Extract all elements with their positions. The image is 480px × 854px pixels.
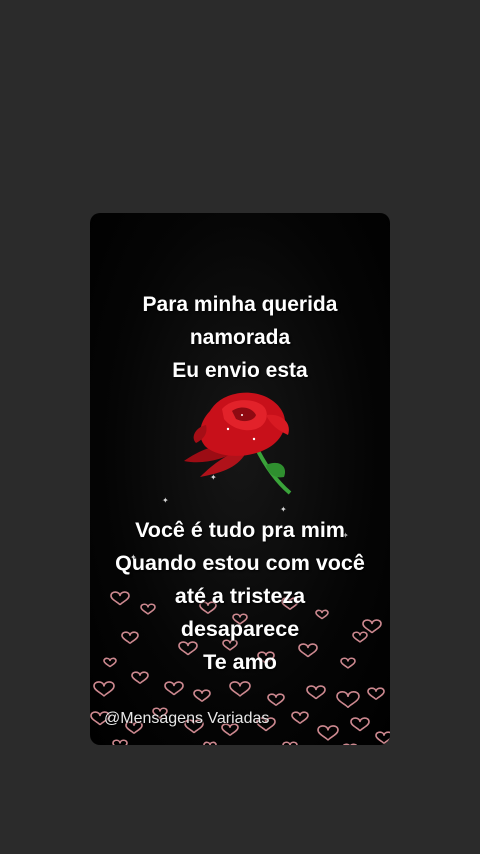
sparkle-icon: ✦	[280, 505, 287, 514]
media-card[interactable]: Para minha querida namorada Eu envio est…	[90, 213, 390, 745]
heart-outline-icon	[93, 681, 115, 697]
heart-outline-icon	[203, 741, 217, 745]
heart-outline-icon	[193, 689, 211, 703]
sparkle-icon: ✦	[210, 473, 217, 482]
screen: Para minha querida namorada Eu envio est…	[0, 0, 480, 854]
heart-outline-icon	[282, 741, 298, 745]
heart-outline-icon	[342, 743, 358, 745]
heart-outline-icon	[267, 693, 285, 707]
watermark: @Mensagens Variadas	[104, 710, 270, 727]
heart-outline-icon	[350, 717, 370, 732]
heart-outline-icon	[229, 681, 251, 697]
rose-icon	[184, 392, 292, 495]
message-line: namorada	[189, 326, 291, 349]
message-bottom: Você é tudo pra mim Quando estou com voc…	[90, 514, 390, 679]
message-line: até a tristeza	[174, 584, 306, 608]
heart-outline-icon	[164, 681, 184, 696]
heart-outline-icon	[112, 739, 128, 745]
message-line: Para minha querida	[142, 293, 338, 316]
heart-outline-icon	[367, 687, 385, 701]
heart-outline-icon	[375, 731, 390, 745]
message-line: Te amo	[203, 650, 277, 674]
sparkle-icon: ✦	[162, 496, 169, 505]
heart-outline-icon	[317, 725, 339, 741]
message-line: Quando estou com você	[115, 551, 365, 575]
message-line: desaparece	[180, 617, 300, 641]
heart-outline-icon	[336, 691, 360, 709]
message-line: Você é tudo pra mim	[135, 518, 345, 542]
message-top: Para minha querida namorada Eu envio est…	[90, 288, 390, 387]
heart-outline-icon	[306, 685, 326, 700]
heart-outline-icon	[291, 711, 309, 725]
